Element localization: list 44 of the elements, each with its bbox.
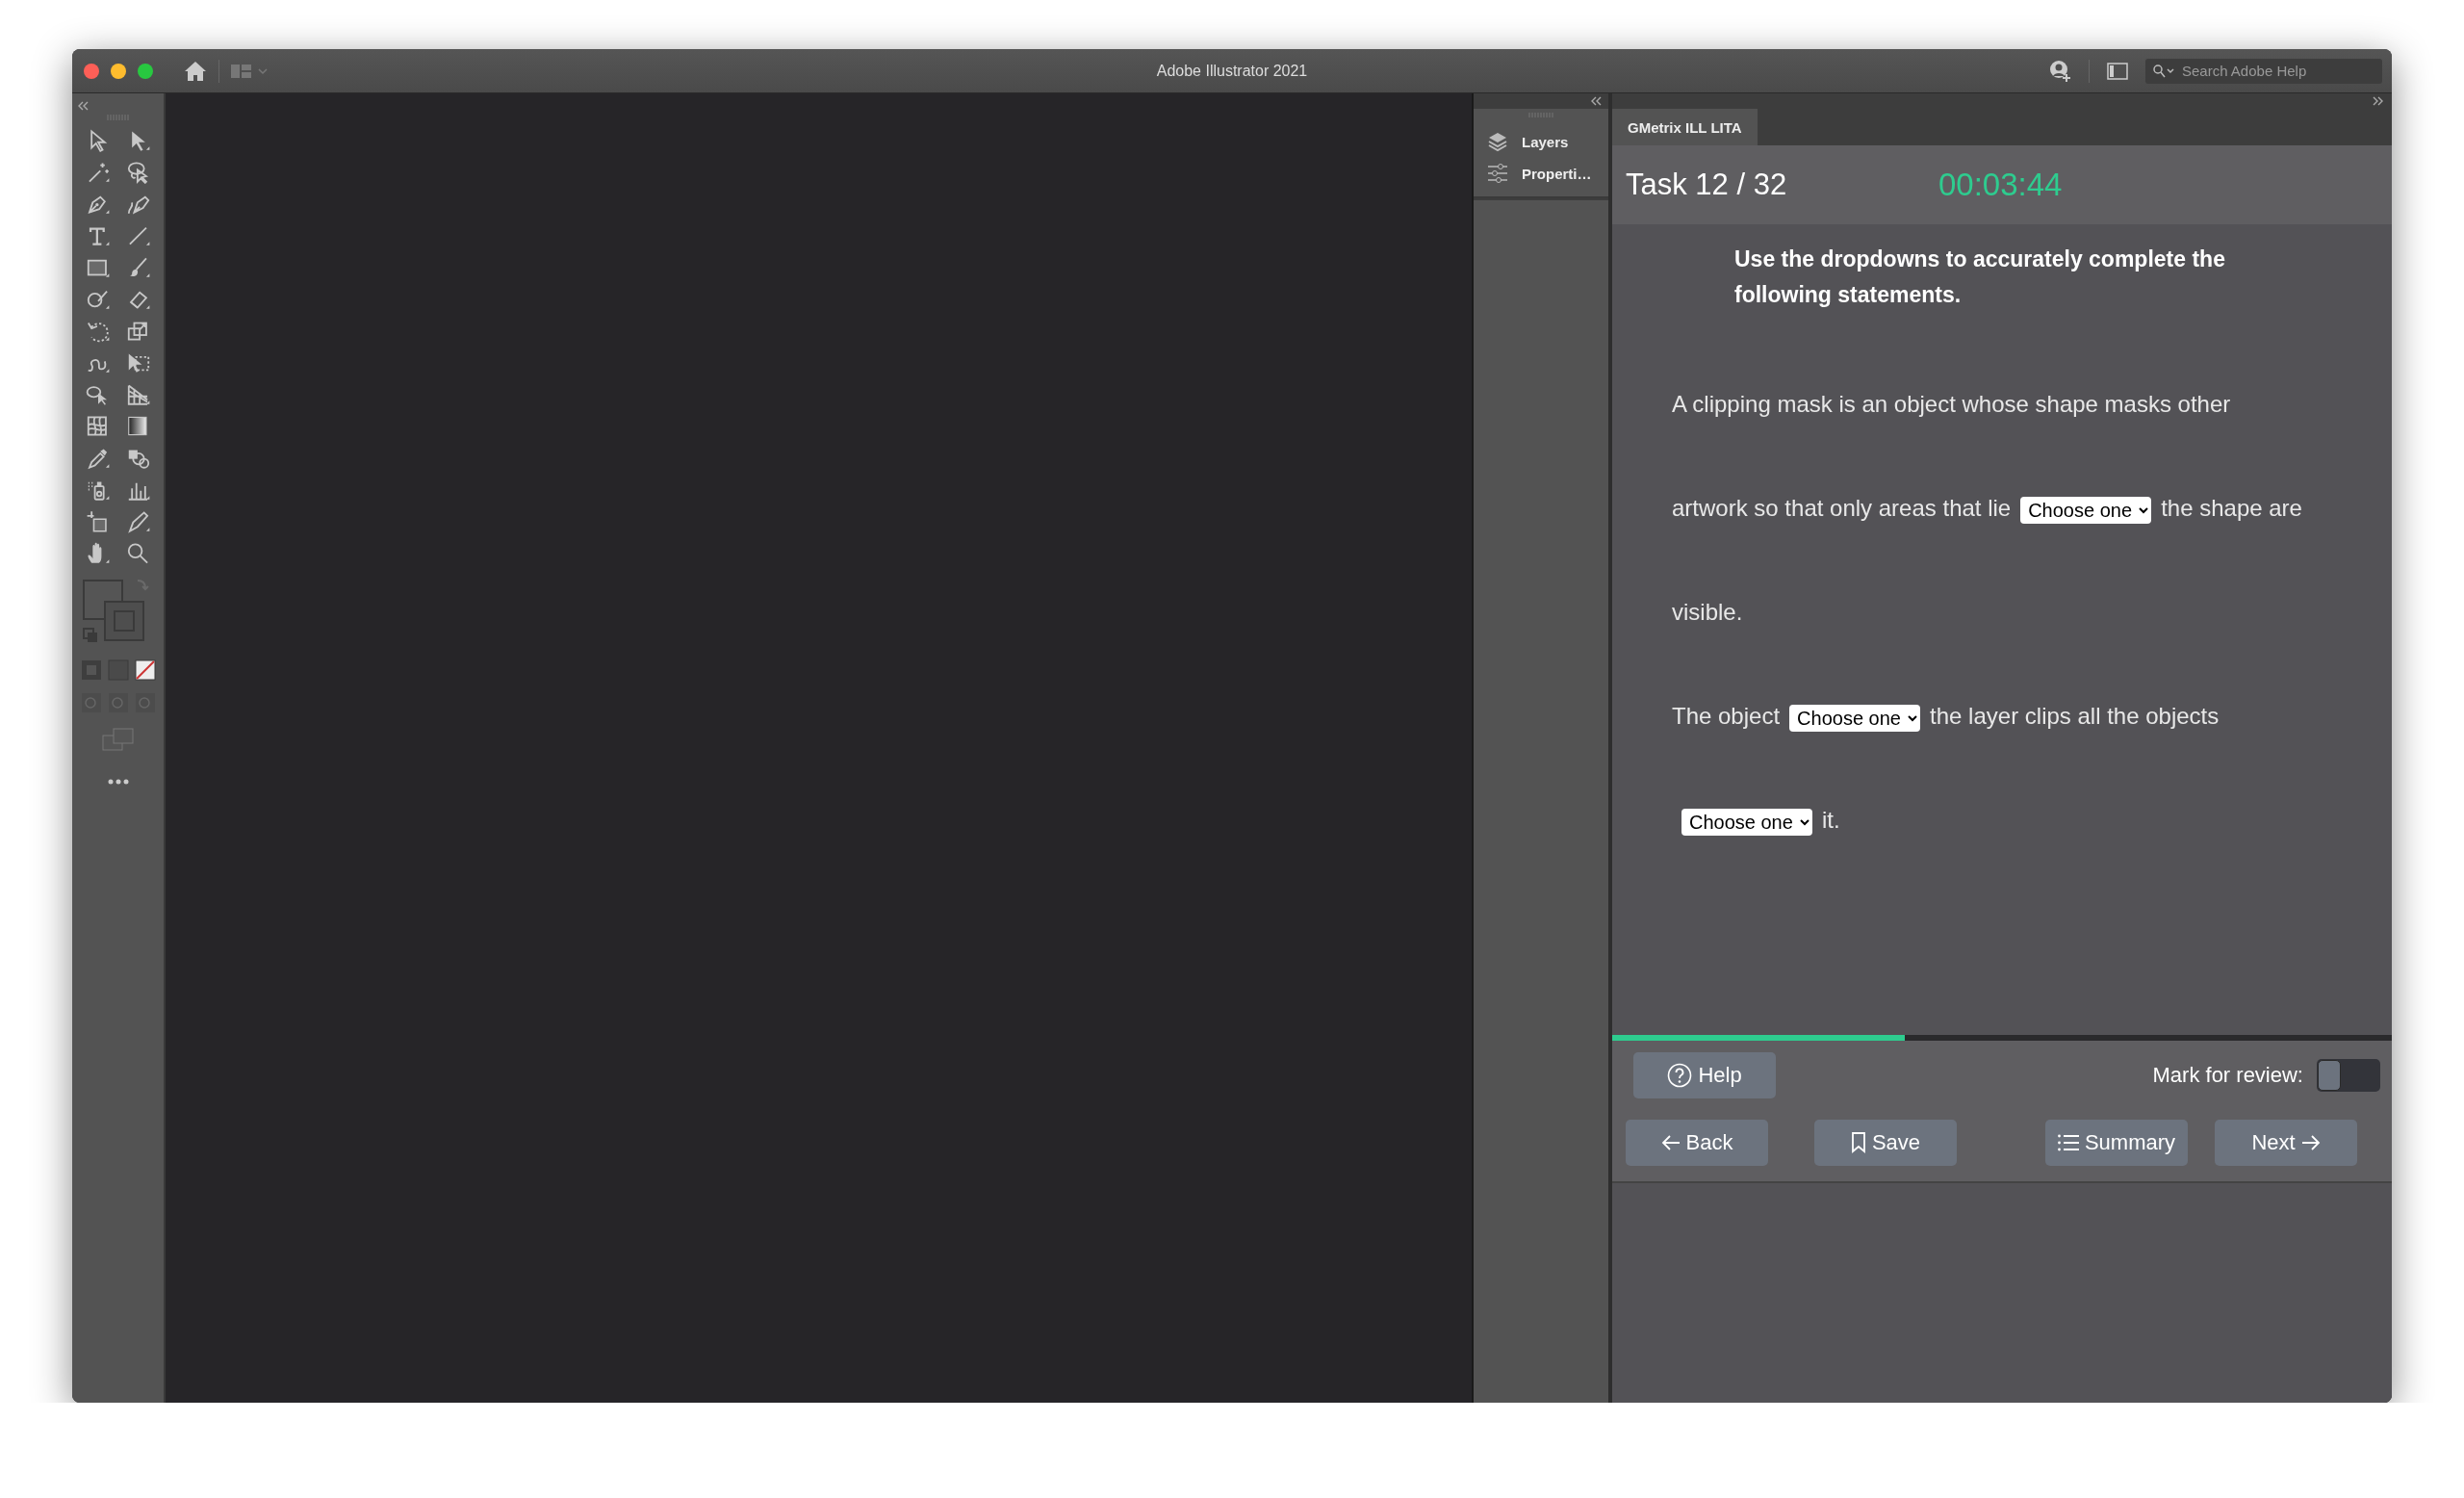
double-chevron-icon[interactable]	[1591, 96, 1603, 106]
zoom-button[interactable]	[138, 63, 153, 79]
bookmark-icon	[1850, 1132, 1866, 1153]
summary-button[interactable]: Summary	[2045, 1120, 2188, 1166]
dropdown[interactable]: Choose one	[1681, 808, 1812, 836]
save-button[interactable]: Save	[1814, 1120, 1957, 1166]
dropdown[interactable]: Choose one	[2020, 496, 2152, 524]
statement-text: A clipping mask is an object whose shape masks other	[1672, 391, 2231, 417]
list-icon	[2057, 1134, 2079, 1151]
close-button[interactable]	[84, 63, 99, 79]
dropdown[interactable]: Choose one	[1789, 704, 1921, 732]
statement-text: artwork so that only areas that lie	[1672, 495, 2012, 521]
task-counter: Task 12 / 32	[1626, 168, 1788, 202]
minimize-button[interactable]	[111, 63, 126, 79]
back-button[interactable]: Back	[1626, 1120, 1768, 1166]
next-button[interactable]: Next	[2215, 1120, 2357, 1166]
question-icon	[1667, 1063, 1693, 1088]
none-swatch-icon[interactable]	[134, 659, 156, 681]
help-button[interactable]: Help	[1633, 1052, 1776, 1098]
home-icon[interactable]	[184, 60, 207, 82]
panel-icon[interactable]	[2107, 62, 2128, 80]
sliders-icon[interactable]	[1487, 164, 1508, 183]
double-chevron-icon[interactable]	[2373, 96, 2384, 106]
statement-text: the shape are	[2161, 495, 2302, 521]
layers-icon[interactable]	[1487, 131, 1508, 152]
double-chevron-icon[interactable]	[78, 101, 90, 111]
panel-tab[interactable]: Properti…	[1474, 158, 1608, 189]
panel-tab[interactable]: Layers	[1474, 125, 1608, 158]
statement-text: visible.	[1672, 599, 1743, 625]
user-add-icon[interactable]	[2048, 59, 2071, 83]
search-field[interactable]: Search Adobe Help	[2145, 58, 2382, 84]
statement-text: it.	[1822, 807, 1840, 833]
instruction-text: Use the dropdowns to accurately complete the following statements.	[1734, 245, 2226, 309]
mark-for-review-label: Mark for review:	[2152, 1063, 2303, 1088]
window-title: Adobe Illustrator 2021	[1156, 62, 1308, 79]
right-arrow-icon	[2300, 1134, 2321, 1151]
more-icon[interactable]	[107, 779, 129, 785]
statement-text: the layer clips all the objects	[1930, 703, 2220, 729]
timer: 00:03:44	[1938, 167, 2063, 203]
left-arrow-icon	[1660, 1134, 1681, 1151]
panel-tab[interactable]: GMetrix ILL LITA	[1612, 109, 1758, 145]
statement-text: The object	[1672, 703, 1781, 729]
search-icon[interactable]	[2153, 64, 2176, 78]
toggle-switch[interactable]	[2317, 1059, 2380, 1092]
